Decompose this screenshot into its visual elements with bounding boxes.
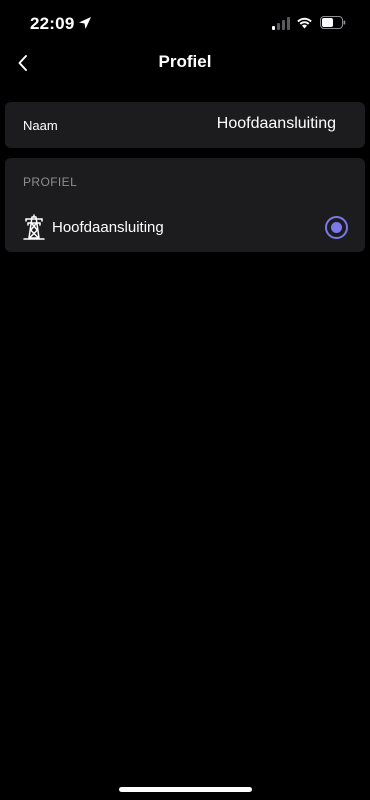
home-indicator[interactable] — [119, 787, 252, 792]
section-header: PROFIEL — [23, 175, 78, 189]
name-value[interactable]: Hoofdaansluiting — [217, 115, 336, 133]
status-bar: 22:09 — [0, 0, 370, 48]
profile-option-hoofdaansluiting[interactable]: Hoofdaansluiting — [5, 210, 365, 246]
location-arrow-icon — [79, 17, 91, 29]
profile-screen: 22:09 Profiel Naam Hoofdaansluiting PROF… — [0, 0, 370, 800]
page-title: Profiel — [158, 52, 212, 71]
name-label: Naam — [23, 118, 58, 133]
status-time: 22:09 — [30, 14, 75, 33]
option-label: Hoofdaansluiting — [52, 219, 164, 236]
name-row[interactable]: Naam Hoofdaansluiting — [5, 102, 365, 148]
battery-icon — [320, 16, 346, 29]
profile-section: PROFIEL Hoofdaansluiting — [5, 158, 365, 252]
radio-selected[interactable] — [325, 216, 348, 239]
radio-dot — [331, 222, 342, 233]
wifi-icon — [297, 17, 312, 29]
cellular-signal-icon — [272, 17, 290, 30]
power-pylon-icon — [23, 214, 45, 240]
navigation-bar: Profiel — [0, 48, 370, 78]
